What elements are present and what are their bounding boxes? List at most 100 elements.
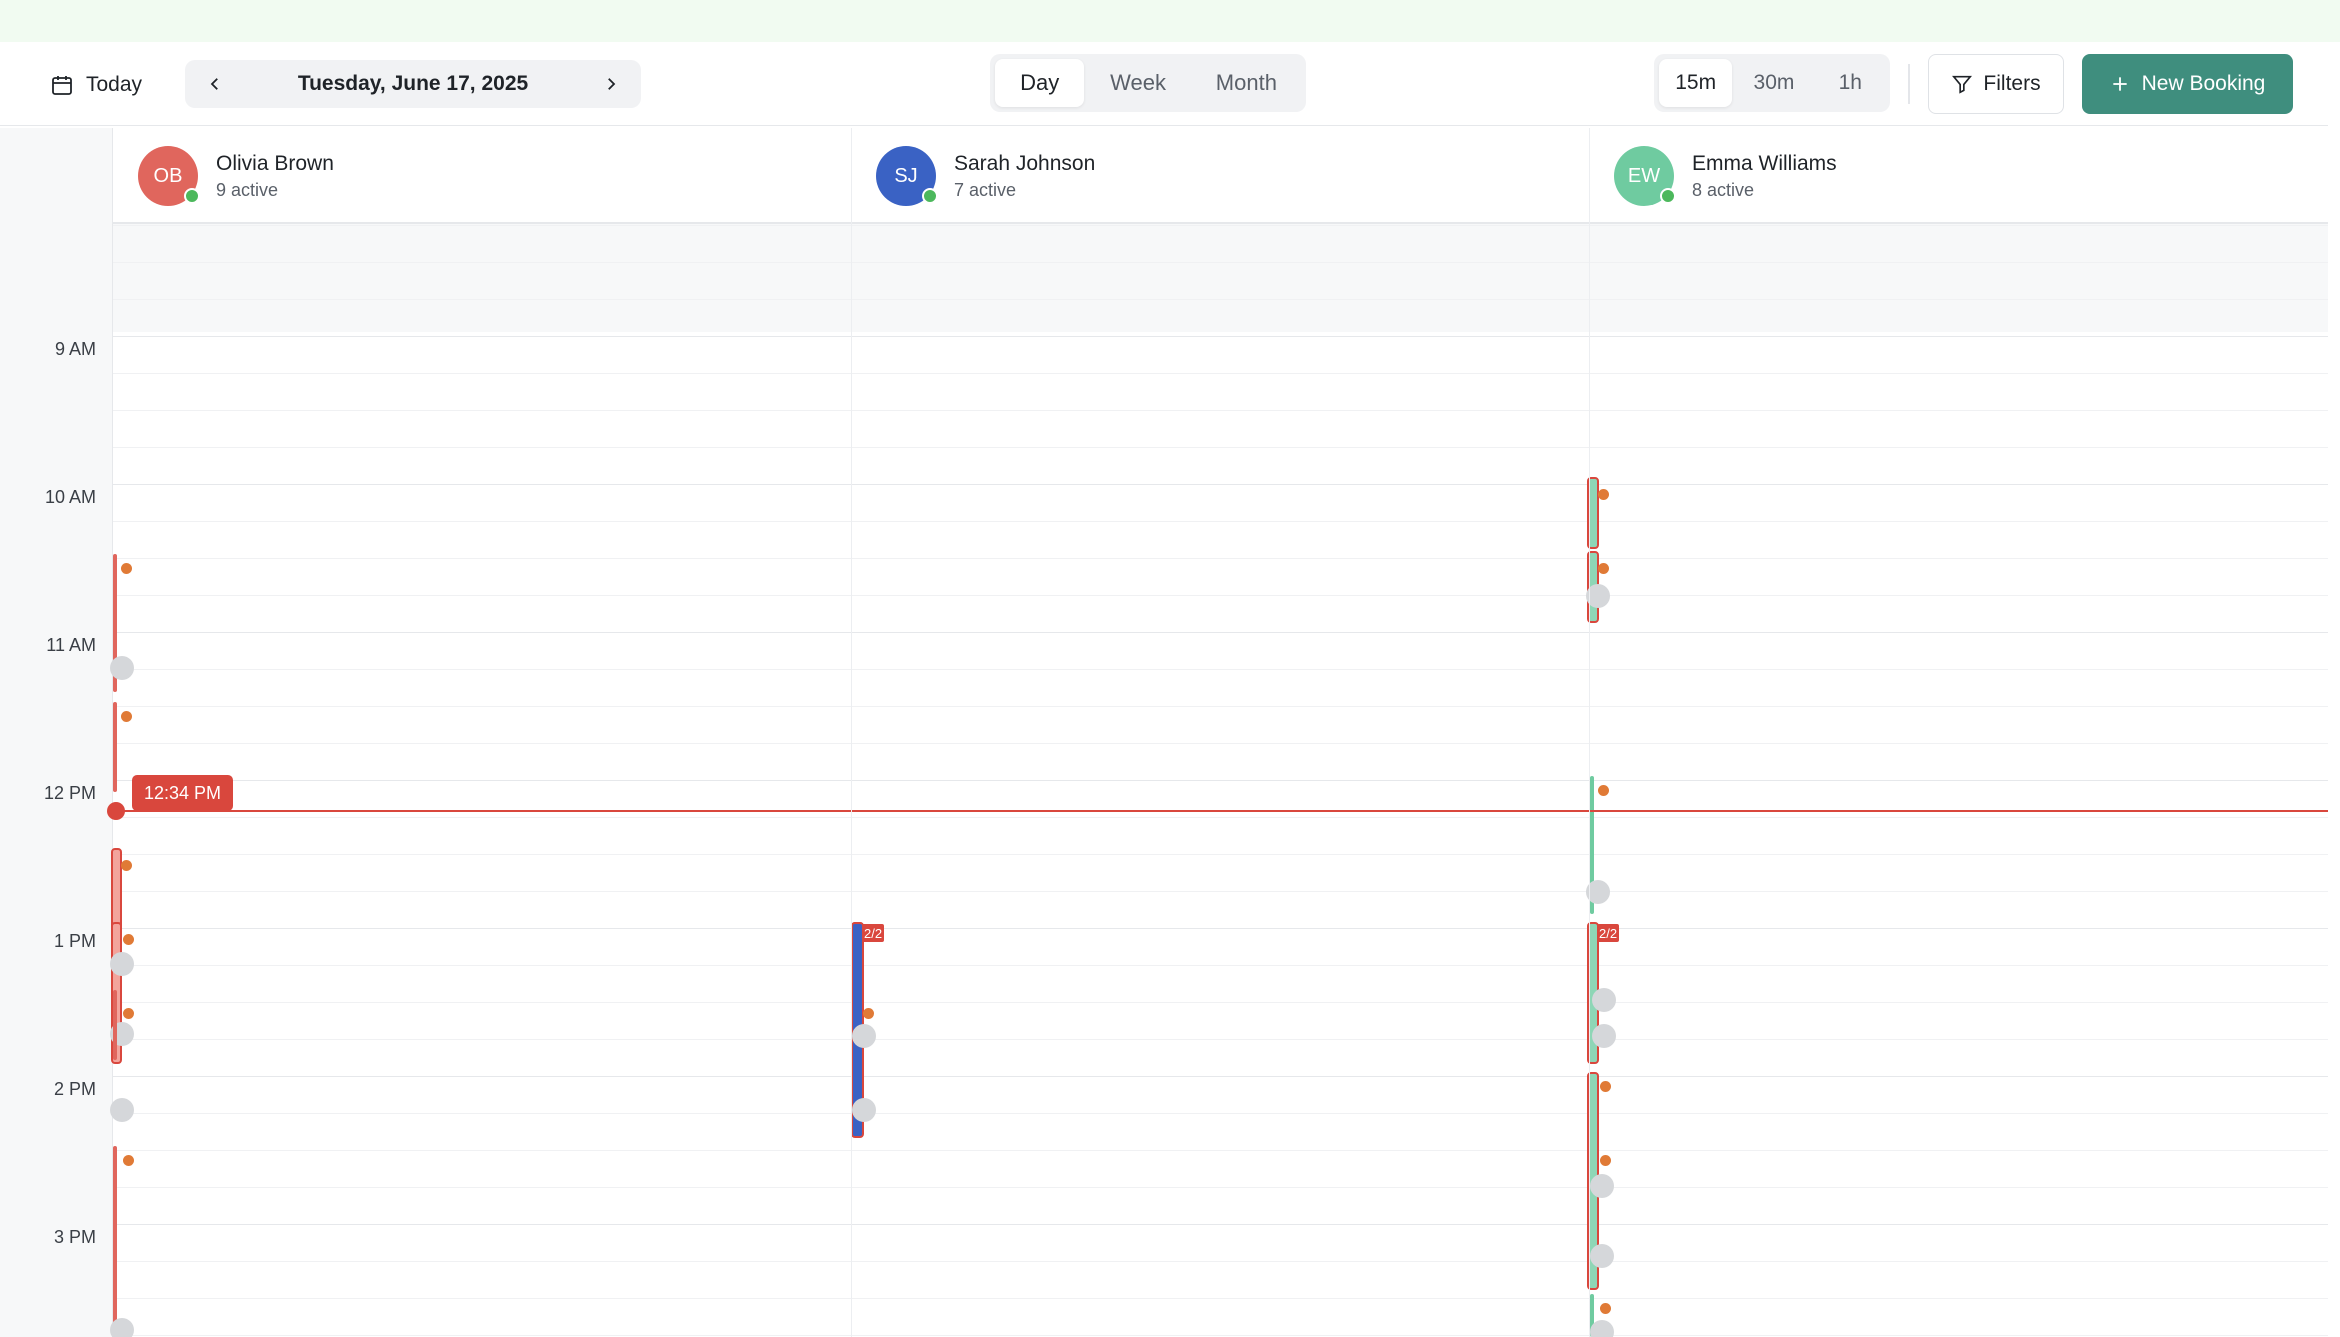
grid-line — [113, 1261, 2328, 1262]
avatar-initials: EW — [1627, 164, 1661, 187]
day-grid: 9 AM 10 AM 11 AM 12 PM 1 PM 2 PM 3 PM 2/… — [0, 224, 2328, 1337]
interval-1h[interactable]: 1h — [1816, 59, 1885, 107]
grid-line — [113, 780, 2328, 781]
pending-status-icon — [121, 860, 132, 871]
pending-status-icon — [1598, 785, 1609, 796]
staff-active-count: 9 active — [216, 179, 279, 200]
next-day-button[interactable] — [591, 64, 631, 104]
pending-status-icon — [123, 1008, 134, 1019]
avatar: EW — [1614, 146, 1676, 206]
grid-line — [113, 669, 2328, 670]
today-label: Today — [86, 73, 143, 96]
client-avatar — [1592, 988, 1616, 1012]
tab-day[interactable]: Day — [995, 59, 1085, 107]
view-switcher: Day Week Month — [990, 54, 1306, 112]
avatar-initials: SJ — [894, 164, 918, 187]
filter-icon — [1952, 75, 1973, 94]
new-booking-label: New Booking — [2141, 72, 2266, 95]
interval-switcher: 15m 30m 1h — [1654, 54, 1890, 112]
grid-line — [113, 521, 2328, 522]
online-status-icon — [1660, 188, 1676, 204]
client-avatar — [1590, 1244, 1614, 1268]
grid-line — [113, 299, 2328, 300]
staff-olivia-brown[interactable]: OB Olivia Brown 9 active — [138, 128, 334, 224]
pending-status-icon — [121, 711, 132, 722]
avatar: OB — [138, 146, 200, 206]
grid-line — [113, 854, 2328, 855]
staff-sarah-johnson[interactable]: SJ Sarah Johnson 7 active — [876, 128, 1095, 224]
off-hours-shading — [113, 224, 2328, 332]
grid-line — [113, 373, 2328, 374]
grid-line — [113, 447, 2328, 448]
pending-status-icon — [121, 563, 132, 574]
client-avatar — [110, 1318, 134, 1337]
appointment[interactable] — [113, 1146, 117, 1337]
tab-week[interactable]: Week — [1088, 59, 1187, 107]
grid-line — [113, 1076, 2328, 1077]
tab-month[interactable]: Month — [1192, 59, 1301, 107]
grid-line — [113, 743, 2328, 744]
staff-name: Emma Williams — [1692, 151, 1837, 175]
pending-status-icon — [863, 1008, 874, 1019]
grid-line — [113, 225, 2328, 226]
grid-line — [113, 595, 2328, 596]
interval-30m[interactable]: 30m — [1734, 59, 1813, 107]
grid-line — [113, 706, 2328, 707]
time-label-9am: 9 AM — [54, 339, 96, 359]
grid-line — [113, 1224, 2328, 1225]
appointment[interactable] — [113, 702, 117, 792]
time-label-12pm: 12 PM — [43, 783, 96, 803]
staff-header-row: OB Olivia Brown 9 active SJ Sarah Johnso… — [0, 128, 2328, 224]
client-avatar — [852, 1098, 876, 1122]
calendar-icon — [52, 76, 72, 95]
client-avatar — [1590, 1174, 1614, 1198]
time-label-11am: 11 AM — [46, 635, 96, 655]
grid-line — [113, 1298, 2328, 1299]
grid-line — [113, 1150, 2328, 1151]
grid-line — [113, 484, 2328, 485]
time-label-3pm: 3 PM — [53, 1227, 96, 1247]
staff-emma-williams[interactable]: EW Emma Williams 8 active — [1614, 128, 1837, 224]
calendar-toolbar: Today Tuesday, June 17, 2025 Day Week Mo… — [0, 42, 2328, 126]
online-status-icon — [184, 188, 200, 204]
pending-status-icon — [123, 1155, 134, 1166]
client-avatar — [1592, 1024, 1616, 1048]
grid-line — [113, 558, 2328, 559]
current-time-line — [116, 810, 2328, 812]
new-booking-button[interactable]: New Booking — [2082, 54, 2293, 114]
time-gutter — [0, 224, 113, 1337]
interval-15m[interactable]: 15m — [1659, 59, 1733, 107]
current-date: Tuesday, June 17, 2025 — [297, 72, 529, 95]
pending-status-icon — [1600, 1303, 1611, 1314]
avatar: SJ — [876, 146, 938, 206]
filters-button[interactable]: Filters — [1928, 54, 2064, 114]
pending-status-icon — [123, 934, 134, 945]
grid-line — [113, 817, 2328, 818]
date-navigator: Tuesday, June 17, 2025 — [185, 60, 641, 108]
client-avatar — [852, 1024, 876, 1048]
chevron-right-icon — [608, 78, 616, 90]
plus-icon — [2112, 77, 2127, 91]
grid-line — [113, 1039, 2328, 1040]
staff-name: Olivia Brown — [216, 151, 334, 175]
today-button[interactable]: Today — [34, 64, 158, 106]
grid-line — [113, 891, 2328, 892]
capacity-badge: 2/2 — [1597, 924, 1620, 942]
time-gutter-header — [0, 128, 113, 224]
grid-line — [113, 336, 2328, 337]
filters-label: Filters — [1983, 72, 2041, 95]
column-divider — [851, 128, 852, 1337]
staff-active-count: 8 active — [1692, 179, 1755, 200]
appointment[interactable] — [113, 990, 117, 1060]
grid-line — [113, 410, 2328, 411]
pending-status-icon — [1600, 1081, 1611, 1092]
grid-line — [113, 632, 2328, 633]
pending-status-icon — [1600, 1155, 1611, 1166]
grid-line — [113, 1113, 2328, 1114]
column-divider — [1589, 128, 1590, 1337]
grid-line — [113, 928, 2328, 929]
current-time-dot — [107, 802, 125, 820]
prev-day-button[interactable] — [195, 64, 235, 104]
grid-line — [113, 1335, 2328, 1336]
time-label-2pm: 2 PM — [53, 1079, 96, 1099]
